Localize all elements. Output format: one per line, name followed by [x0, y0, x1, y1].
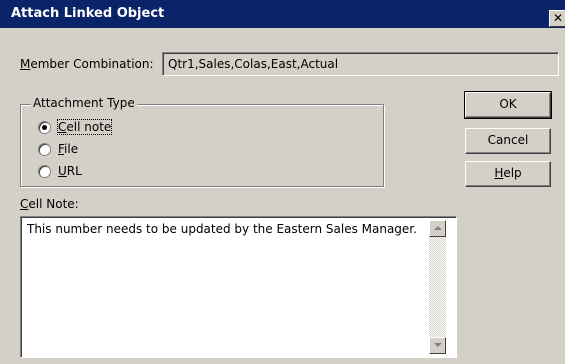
- cell-note-textarea[interactable]: This number needs to be updated by the E…: [20, 216, 457, 358]
- dialog-title: Attach Linked Object: [11, 6, 165, 21]
- url-mnemonic: U: [58, 164, 67, 178]
- radio-button-icon[interactable]: [38, 121, 51, 134]
- member-combination-field: Qtr1,Sales,Colas,East,Actual: [162, 52, 559, 76]
- radio-button-icon[interactable]: [38, 165, 51, 178]
- attachment-type-label: Attachment Type: [31, 96, 137, 110]
- scroll-down-button[interactable]: [429, 337, 446, 354]
- radio-file-label[interactable]: File: [58, 142, 78, 156]
- radio-cell-note-label[interactable]: Cell note: [56, 119, 113, 135]
- member-label-mnemonic: M: [20, 57, 31, 71]
- scroll-down-arrow-icon: [434, 343, 442, 347]
- radio-button-icon[interactable]: [38, 143, 51, 156]
- help-rest: elp: [503, 166, 522, 180]
- cell-note-label: Cell Note:: [20, 197, 79, 211]
- vertical-scrollbar[interactable]: [429, 220, 446, 354]
- ok-button[interactable]: OK: [464, 91, 552, 119]
- scroll-up-arrow-icon: [434, 226, 442, 230]
- cell-note-text[interactable]: This number needs to be updated by the E…: [27, 222, 417, 236]
- member-label-rest: ember Combination:: [30, 57, 154, 71]
- cell-note-rest: ell note: [66, 120, 112, 134]
- radio-url-label[interactable]: URL: [58, 164, 82, 178]
- scroll-up-button[interactable]: [429, 220, 446, 237]
- help-mnemonic: H: [494, 166, 504, 180]
- member-combination-label: Member Combination:: [20, 57, 154, 71]
- title-bar: Attach Linked Object: [0, 0, 565, 28]
- radio-selected-dot: [42, 125, 47, 130]
- url-rest: RL: [66, 164, 82, 178]
- member-combination-value: Qtr1,Sales,Colas,East,Actual: [168, 57, 339, 71]
- close-button[interactable]: ✕: [549, 10, 565, 27]
- cell-note-label-rest: ell Note:: [28, 197, 79, 211]
- close-icon: ✕: [553, 11, 564, 25]
- file-rest: ile: [64, 142, 79, 156]
- help-button[interactable]: Help: [465, 161, 551, 187]
- cancel-button[interactable]: Cancel: [465, 128, 551, 154]
